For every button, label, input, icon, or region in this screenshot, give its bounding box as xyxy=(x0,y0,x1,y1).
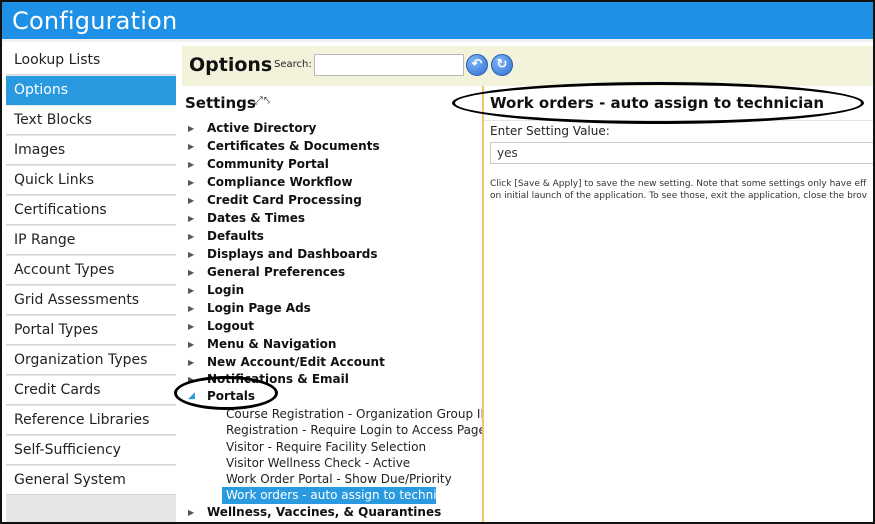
tree-item-login[interactable]: ▶ Login xyxy=(188,282,244,299)
tree-item-dates-times[interactable]: ▶ Dates & Times xyxy=(188,210,305,227)
expand-arrow-icon: ▶ xyxy=(188,124,195,133)
nav-item-portal-types[interactable]: Portal Types xyxy=(6,316,176,345)
expand-arrow-icon: ▶ xyxy=(188,142,195,151)
tree-child-registration-require-login[interactable]: Registration - Require Login to Access P… xyxy=(226,422,486,439)
app-window: Configuration Lookup Lists Options Text … xyxy=(0,0,875,524)
tree-item-menu-navigation[interactable]: ▶ Menu & Navigation xyxy=(188,336,336,353)
tree-child-visitor-facility[interactable]: Visitor - Require Facility Selection xyxy=(226,439,426,456)
tree-item-notifications-email[interactable]: ▶ Notifications & Email xyxy=(188,371,349,388)
back-arrow-icon[interactable]: ↶ xyxy=(466,54,488,76)
left-nav: Lookup Lists Options Text Blocks Images … xyxy=(6,46,176,522)
nav-item-quick-links[interactable]: Quick Links xyxy=(6,166,176,195)
search-input[interactable] xyxy=(314,54,464,76)
expand-arrow-icon: ▶ xyxy=(188,304,195,313)
expand-arrow-icon: ▶ xyxy=(188,214,195,223)
nav-item-certifications[interactable]: Certifications xyxy=(6,196,176,225)
tree-item-general-preferences[interactable]: ▶ General Preferences xyxy=(188,264,345,281)
nav-item-grid-assessments[interactable]: Grid Assessments xyxy=(6,286,176,315)
tree-child-course-registration[interactable]: Course Registration - Organization Group… xyxy=(226,406,490,423)
tree-item-new-account-edit-account[interactable]: ▶ New Account/Edit Account xyxy=(188,354,385,371)
setting-value-input[interactable] xyxy=(490,142,873,164)
window-title: Configuration xyxy=(12,7,178,35)
expand-arrow-icon: ▶ xyxy=(188,268,195,277)
nav-item-lookup-lists[interactable]: Lookup Lists xyxy=(6,46,176,75)
setting-title: Work orders - auto assign to technician xyxy=(490,94,825,112)
expand-arrow-icon: ▶ xyxy=(188,232,195,241)
title-bar: Configuration xyxy=(2,2,873,42)
tree-child-work-order-portal[interactable]: Work Order Portal - Show Due/Priority xyxy=(226,471,452,488)
nav-item-options[interactable]: Options xyxy=(6,76,176,105)
search-label: Search: xyxy=(274,59,312,70)
tree-item-login-page-ads[interactable]: ▶ Login Page Ads xyxy=(188,300,311,317)
expand-arrow-icon: ▶ xyxy=(188,250,195,259)
setting-value-label: Enter Setting Value: xyxy=(490,124,610,138)
setting-detail-pane: Work orders - auto assign to technician … xyxy=(484,86,873,522)
tree-item-logout[interactable]: ▶ Logout xyxy=(188,318,254,335)
save-apply-note: Click [Save & Apply] to save the new set… xyxy=(490,179,868,201)
expand-arrow-icon: ▶ xyxy=(188,286,195,295)
expand-arrow-icon: ▶ xyxy=(188,358,195,367)
nav-item-text-blocks[interactable]: Text Blocks xyxy=(6,106,176,135)
tree-item-community-portal[interactable]: ▶ Community Portal xyxy=(188,156,329,173)
tree-item-compliance-workflow[interactable]: ▶ Compliance Workflow xyxy=(188,174,353,191)
tree-child-work-orders-auto-assign[interactable]: Work orders - auto assign to technician xyxy=(222,487,461,504)
tree-item-portals[interactable]: ◢ Portals xyxy=(188,388,255,405)
expand-arrow-icon: ▶ xyxy=(188,375,195,384)
nav-item-general-system[interactable]: General System xyxy=(6,466,176,495)
expand-arrow-icon: ▶ xyxy=(188,196,195,205)
refresh-icon[interactable]: ↻ xyxy=(491,54,513,76)
nav-item-images[interactable]: Images xyxy=(6,136,176,165)
tree-item-active-directory[interactable]: ▶ Active Directory xyxy=(188,120,316,137)
expand-arrow-icon: ▶ xyxy=(188,160,195,169)
expand-arrow-icon: ▶ xyxy=(188,178,195,187)
tree-item-credit-card-processing[interactable]: ▶ Credit Card Processing xyxy=(188,192,362,209)
expand-arrow-icon: ▶ xyxy=(188,322,195,331)
nav-item-self-sufficiency-libraries[interactable]: Self-Sufficiency Libraries xyxy=(6,436,176,487)
nav-item-credit-cards[interactable]: Credit Cards xyxy=(6,376,176,405)
tree-child-visitor-wellness-check[interactable]: Visitor Wellness Check - Active xyxy=(226,455,410,472)
expand-arrow-icon: ▶ xyxy=(188,340,195,349)
settings-title: Settings xyxy=(185,94,256,112)
nav-item-ip-range[interactable]: IP Range xyxy=(6,226,176,255)
tree-item-wellness-vaccines[interactable]: ▶ Wellness, Vaccines, & Quarantines xyxy=(188,504,441,521)
options-header: Options Search: ↶ ↻ xyxy=(182,46,873,86)
collapse-arrow-icon: ◢ xyxy=(188,391,195,401)
tree-item-certificates-documents[interactable]: ▶ Certificates & Documents xyxy=(188,138,380,155)
nav-item-reference-libraries[interactable]: Reference Libraries xyxy=(6,406,176,435)
settings-tree-pane: Settings ⤢⤣ ▶ Active Directory ▶ Certifica… xyxy=(182,86,490,522)
divider xyxy=(484,120,873,121)
nav-item-account-types[interactable]: Account Types xyxy=(6,256,176,285)
expand-arrow-icon: ▶ xyxy=(188,508,195,517)
page-title: Options xyxy=(189,54,273,76)
tree-item-displays-dashboards[interactable]: ▶ Displays and Dashboards xyxy=(188,246,378,263)
nav-item-organization-types[interactable]: Organization Types xyxy=(6,346,176,375)
tree-item-defaults[interactable]: ▶ Defaults xyxy=(188,228,264,245)
expand-collapse-icon[interactable]: ⤢⤣ xyxy=(254,94,271,108)
